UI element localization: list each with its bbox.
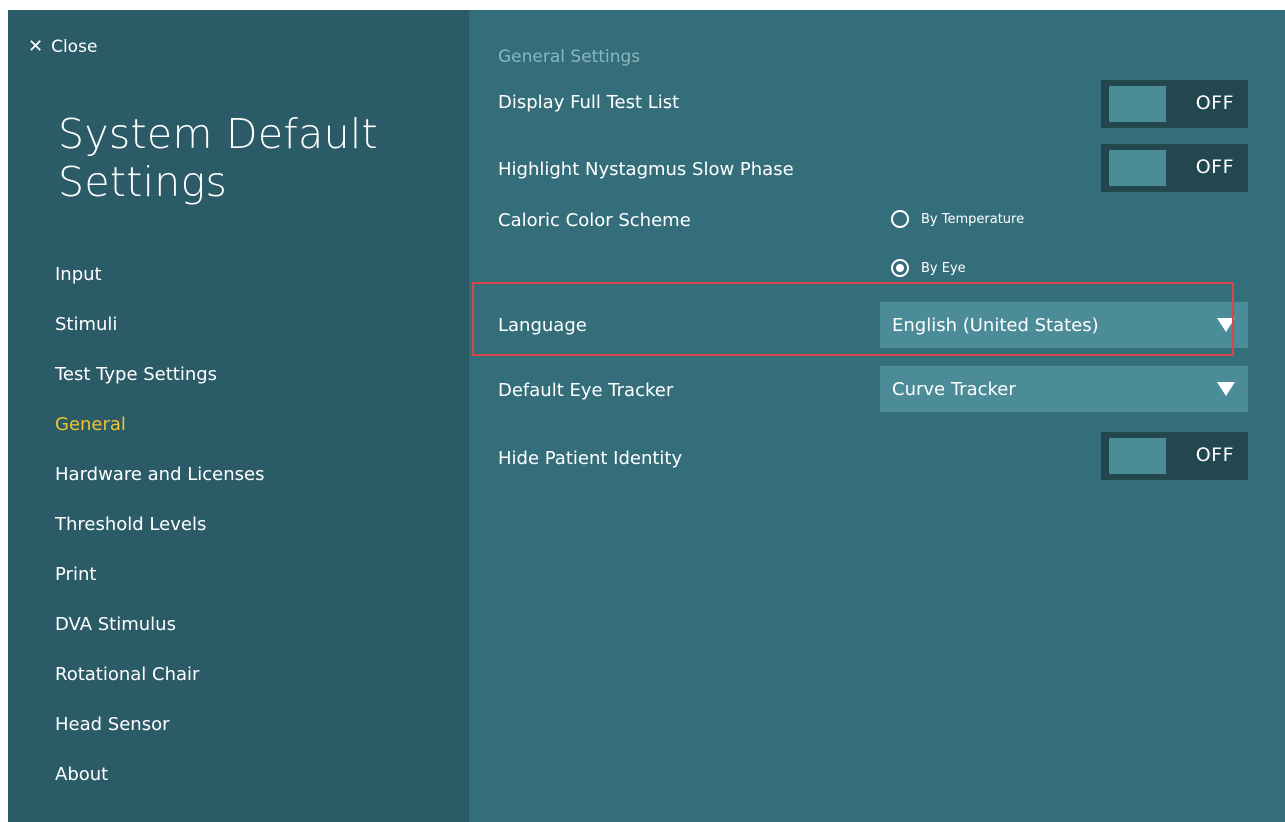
caloric-color-scheme-label: Caloric Color Scheme xyxy=(498,210,691,231)
highlight-nystagmus-row: Highlight Nystagmus Slow Phase OFF xyxy=(498,144,1248,202)
sidebar-item-input[interactable]: Input xyxy=(55,260,264,310)
default-eye-tracker-dropdown[interactable]: Curve Tracker xyxy=(880,366,1248,412)
toggle-knob xyxy=(1109,150,1166,186)
hide-patient-identity-row: Hide Patient Identity OFF xyxy=(498,432,1248,488)
display-full-test-list-label: Display Full Test List xyxy=(498,92,680,113)
close-label: Close xyxy=(51,37,98,57)
radio-circle xyxy=(891,210,909,228)
sidebar-item-test-type-settings[interactable]: Test Type Settings xyxy=(55,360,264,410)
sidebar-item-hardware-and-licenses[interactable]: Hardware and Licenses xyxy=(55,460,264,510)
sidebar: ✕ Close System Default Settings Input St… xyxy=(8,10,469,822)
toggle-knob xyxy=(1109,86,1166,122)
highlight-nystagmus-label: Highlight Nystagmus Slow Phase xyxy=(498,159,794,180)
radio-label: By Eye xyxy=(921,260,966,276)
settings-panel: General Settings Display Full Test List … xyxy=(469,10,1285,822)
radio-label: By Temperature xyxy=(921,211,1025,227)
close-icon: ✕ xyxy=(28,36,44,57)
toggle-knob xyxy=(1109,438,1166,474)
toggle-state: OFF xyxy=(1195,92,1234,114)
toggle-state: OFF xyxy=(1195,156,1234,178)
sidebar-item-stimuli[interactable]: Stimuli xyxy=(55,310,264,360)
sidebar-item-general[interactable]: General xyxy=(55,410,264,460)
sidebar-item-about[interactable]: About xyxy=(55,760,264,810)
caloric-color-scheme-row: Caloric Color Scheme By Temperature By E… xyxy=(498,208,1248,288)
language-label: Language xyxy=(498,315,587,336)
radio-circle xyxy=(891,259,909,277)
hide-patient-identity-toggle[interactable]: OFF xyxy=(1101,432,1248,480)
sidebar-item-threshold-levels[interactable]: Threshold Levels xyxy=(55,510,264,560)
radio-by-eye[interactable]: By Eye xyxy=(891,259,966,277)
settings-window: ✕ Close System Default Settings Input St… xyxy=(8,10,1285,822)
sidebar-item-dva-stimulus[interactable]: DVA Stimulus xyxy=(55,610,264,660)
chevron-down-icon xyxy=(1217,318,1235,332)
hide-patient-identity-label: Hide Patient Identity xyxy=(498,448,683,469)
default-eye-tracker-value: Curve Tracker xyxy=(892,379,1016,400)
display-full-test-list-toggle[interactable]: OFF xyxy=(1101,80,1248,128)
default-eye-tracker-label: Default Eye Tracker xyxy=(498,380,674,401)
default-eye-tracker-row: Default Eye Tracker Curve Tracker xyxy=(498,366,1248,412)
display-full-test-list-row: Display Full Test List OFF xyxy=(498,80,1248,134)
language-row: Language English (United States) xyxy=(498,302,1248,348)
page-title: System Default Settings xyxy=(58,110,378,206)
radio-by-temperature[interactable]: By Temperature xyxy=(891,210,1024,228)
chevron-down-icon xyxy=(1217,382,1235,396)
language-value: English (United States) xyxy=(892,315,1099,336)
language-dropdown[interactable]: English (United States) xyxy=(880,302,1248,348)
sidebar-item-head-sensor[interactable]: Head Sensor xyxy=(55,710,264,760)
sidebar-item-print[interactable]: Print xyxy=(55,560,264,610)
sidebar-nav: Input Stimuli Test Type Settings General… xyxy=(55,260,264,810)
toggle-state: OFF xyxy=(1195,444,1234,466)
highlight-nystagmus-toggle[interactable]: OFF xyxy=(1101,144,1248,192)
section-title: General Settings xyxy=(498,47,641,67)
close-button[interactable]: ✕ Close xyxy=(28,37,97,57)
sidebar-item-rotational-chair[interactable]: Rotational Chair xyxy=(55,660,264,710)
